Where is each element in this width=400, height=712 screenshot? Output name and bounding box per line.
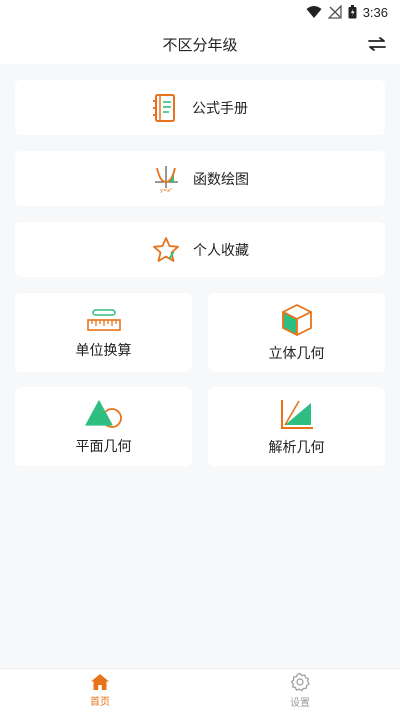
ruler-icon	[86, 306, 122, 334]
battery-icon	[348, 5, 357, 19]
tab-home-label: 首页	[90, 697, 110, 708]
formula-handbook-card[interactable]: 公式手册	[15, 80, 385, 135]
status-time: 3:36	[362, 4, 388, 20]
tab-settings-label: 设置	[290, 698, 310, 709]
favorites-card[interactable]: 个人收藏	[15, 222, 385, 277]
analytic-geometry-card[interactable]: 解析几何	[208, 387, 385, 466]
function-plot-card[interactable]: y=x² 函数绘图	[15, 151, 385, 206]
parabola-graph-icon: y=x²	[151, 164, 181, 194]
swap-button[interactable]	[366, 33, 388, 55]
header-bar: 不区分年级	[0, 24, 400, 64]
favorites-label: 个人收藏	[193, 241, 249, 258]
page-title: 不区分年级	[162, 36, 238, 54]
tab-home[interactable]: 首页	[0, 669, 200, 712]
svg-text:y=x²: y=x²	[160, 188, 172, 194]
gear-icon	[290, 672, 310, 692]
home-icon	[90, 673, 110, 691]
swap-icon	[368, 37, 386, 51]
analytic-geometry-label: 解析几何	[268, 438, 325, 455]
plane-geometry-label: 平面几何	[75, 437, 132, 454]
formula-handbook-label: 公式手册	[192, 99, 248, 116]
unit-conversion-card[interactable]: 单位换算	[15, 293, 192, 372]
notebook-icon	[152, 93, 180, 123]
unit-conversion-label: 单位换算	[75, 341, 132, 358]
axes-graph-icon	[279, 397, 315, 431]
function-plot-label: 函数绘图	[193, 170, 249, 187]
star-icon	[151, 235, 181, 265]
status-bar: 3:36	[0, 0, 400, 24]
cube-icon	[280, 303, 314, 337]
triangle-circle-icon	[84, 398, 123, 430]
tab-settings[interactable]: 设置	[200, 669, 400, 712]
bottom-tab-bar: 首页 设置	[0, 668, 400, 712]
no-signal-icon	[327, 5, 342, 19]
wifi-icon	[306, 5, 322, 19]
plane-geometry-card[interactable]: 平面几何	[15, 387, 192, 466]
solid-geometry-label: 立体几何	[268, 344, 325, 361]
solid-geometry-card[interactable]: 立体几何	[208, 293, 385, 372]
